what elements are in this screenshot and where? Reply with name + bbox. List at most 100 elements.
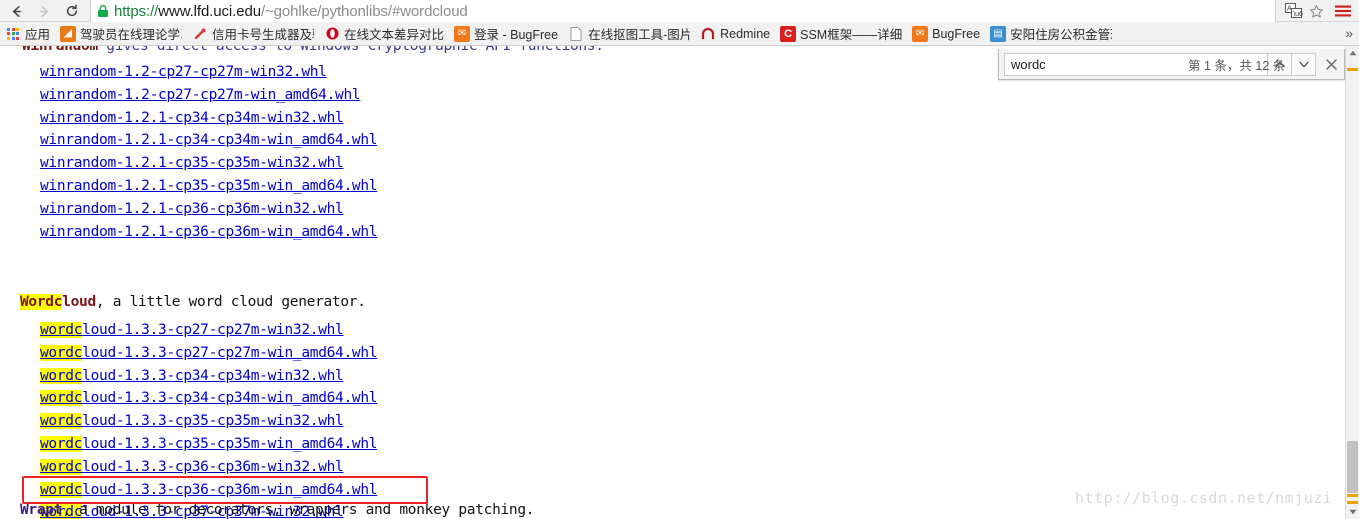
wordcloud-name-highlight: Wordc [20, 294, 63, 310]
link-rest: loud‑1.3.3‑cp34‑cp34m‑win_amd64.whl [82, 390, 378, 407]
url-text: https://www.lfd.uci.edu/~gohlke/pythonli… [114, 3, 468, 20]
find-bar: 第 1 条，共 12 条 [998, 49, 1345, 80]
building-icon: ▤ [990, 25, 1007, 42]
link-rest: loud‑1.3.3‑cp27‑cp27m‑win_amd64.whl [82, 344, 378, 361]
bookmark-item[interactable]: CSSM框架——详细整合 [775, 24, 907, 44]
browser-window: https://www.lfd.uci.edu/~gohlke/pythonli… [0, 0, 1359, 519]
watermark-text: http://blog.csdn.net/nmjuzi [1075, 489, 1333, 507]
winrandom-desc: gives direct access to Windows Cryptogra… [97, 46, 604, 54]
page-icon [568, 26, 584, 42]
bugfree-icon: ✉ [912, 25, 929, 42]
find-next-button[interactable] [1292, 52, 1317, 76]
bookmark-item[interactable]: 应用 [0, 24, 55, 44]
wordcloud-link[interactable]: wordcloud‑1.3.3‑cp35‑cp35m‑win_amd64.whl [40, 436, 378, 452]
url-separator: :// [146, 2, 159, 20]
translate-icon[interactable]: A \u6587 [1284, 2, 1304, 20]
winrandom-section-heading: Winrandom gives direct access to Windows… [22, 46, 604, 54]
wrapt-name: Wrapt [20, 502, 63, 518]
bookmark-label: SSM框架——详细整合 [800, 28, 903, 42]
link-rest: loud‑1.3.3‑cp35‑cp35m‑win_amd64.whl [82, 436, 378, 452]
bookmark-label: 在线抠图工具-图片去 [588, 28, 690, 42]
arrow-left-icon [12, 5, 21, 17]
url-scheme: https [114, 2, 147, 20]
bookmarks-overflow-button[interactable]: » [1345, 25, 1353, 41]
find-match-tick [1347, 494, 1358, 497]
lock-icon [98, 4, 108, 17]
winrandom-name: Winrandom [22, 46, 98, 54]
bookmark-item[interactable]: 在线抠图工具-图片去 [563, 24, 695, 44]
star-icon[interactable] [1306, 2, 1326, 20]
wrapt-section-heading: Wrapt, a module for decorators, wrappers… [20, 502, 535, 518]
bookmark-item[interactable]: 在线文本差异对比 [319, 24, 449, 44]
bookmark-item[interactable]: ▤安阳住房公积金管理中 [985, 24, 1117, 44]
svg-text:\u6587: \u6587 [1293, 11, 1303, 18]
redmine-icon [700, 26, 716, 42]
wordcloud-link[interactable]: wordcloud‑1.3.3‑cp36‑cp36m‑win32.whl [40, 458, 344, 475]
url-path: /~gohlke/pythonlibs/#wordcloud [260, 2, 468, 20]
link-rest: loud‑1.3.3‑cp35‑cp35m‑win32.whl [82, 413, 344, 430]
link-rest: loud‑1.3.3‑cp34‑cp34m‑win32.whl [82, 367, 344, 384]
bugfree-icon: ✉ [454, 25, 471, 42]
bookmark-label: Redmine [720, 26, 771, 41]
winrandom-link[interactable]: winrandom‑1.2.1‑cp34‑cp34m‑win32.whl [40, 110, 344, 126]
back-button[interactable] [2, 0, 30, 22]
arrow-right-icon [39, 5, 48, 17]
wordcloud-link[interactable]: wordcloud‑1.3.3‑cp34‑cp34m‑win32.whl [40, 367, 344, 384]
winrandom-link[interactable]: winrandom‑1.2‑cp27‑cp27m‑win32.whl [40, 64, 327, 80]
winrandom-link[interactable]: winrandom‑1.2.1‑cp36‑cp36m‑win32.whl [40, 201, 344, 217]
link-match-highlight: wordc [40, 322, 83, 338]
find-close-button[interactable] [1318, 53, 1344, 76]
chevron-down-icon [1298, 61, 1309, 67]
url-host: www.lfd.uci.edu [158, 2, 261, 20]
page-content: Winrandom gives direct access to Windows… [0, 46, 1345, 519]
bookmark-item[interactable]: ✉ BugFree [907, 24, 985, 44]
winrandom-link[interactable]: winrandom‑1.2.1‑cp36‑cp36m‑win_amd64.whl [40, 224, 378, 240]
winrandom-link[interactable]: winrandom‑1.2.1‑cp34‑cp34m‑win_amd64.whl [40, 132, 378, 148]
bookmark-item[interactable]: Redmine [695, 24, 775, 44]
wordcloud-name-rest: loud [62, 294, 96, 310]
winrandom-link[interactable]: winrandom‑1.2‑cp27‑cp27m‑win_amd64.whl [40, 87, 361, 103]
scroll-down-button[interactable] [1346, 505, 1359, 519]
link-match-highlight: wordc [40, 481, 83, 498]
wordcloud-link[interactable]: wordcloud‑1.3.3‑cp35‑cp35m‑win32.whl [40, 413, 344, 430]
address-bar[interactable]: https://www.lfd.uci.edu/~gohlke/pythonli… [90, 0, 1276, 22]
link-match-highlight: wordc [40, 436, 83, 452]
forward-button[interactable] [30, 0, 58, 22]
browser-toolbar: https://www.lfd.uci.edu/~gohlke/pythonli… [0, 0, 1359, 22]
apps-grid-icon [5, 26, 21, 42]
wordcloud-link[interactable]: wordcloud‑1.3.3‑cp27‑cp27m‑win32.whl [40, 322, 344, 338]
bookmark-item[interactable]: ◢驾驶员在线理论学习系 [55, 24, 187, 44]
winrandom-link[interactable]: winrandom‑1.2.1‑cp35‑cp35m‑win32.whl [40, 155, 344, 171]
bookmark-label: 驾驶员在线理论学习系 [80, 28, 182, 42]
wordcloud-link[interactable]: wordcloud‑1.3.3‑cp27‑cp27m‑win_amd64.whl [40, 344, 378, 361]
caret-up-icon [1349, 50, 1356, 56]
link-match-highlight: wordc [40, 413, 83, 430]
wordcloud-link[interactable]: wordcloud‑1.3.3‑cp34‑cp34m‑win_amd64.whl [40, 390, 378, 407]
link-match-highlight: wordc [40, 390, 83, 407]
find-input-wrapper[interactable]: 第 1 条，共 12 条 [1004, 52, 1285, 76]
scroll-up-button[interactable] [1346, 46, 1359, 60]
winrandom-link[interactable]: winrandom‑1.2.1‑cp35‑cp35m‑win_amd64.whl [40, 178, 378, 194]
bookmark-label: 在线文本差异对比 [344, 28, 445, 42]
pin-icon [192, 26, 208, 42]
page-scrollbar[interactable] [1345, 46, 1359, 519]
reload-button[interactable] [58, 0, 86, 22]
scrollbar-thumb[interactable] [1347, 441, 1358, 493]
link-match-highlight: wordc [40, 458, 83, 475]
bookmark-label: 登录 - BugFree [474, 28, 559, 42]
find-input[interactable] [1005, 55, 1188, 73]
bookmark-item[interactable]: 信用卡号生成器及验证 [187, 24, 319, 44]
link-rest: loud‑1.3.3‑cp36‑cp36m‑win_amd64.whl [82, 481, 378, 498]
hamburger-menu-icon[interactable] [1332, 2, 1354, 20]
wordcloud-link[interactable]: wordcloud‑1.3.3‑cp36‑cp36m‑win_amd64.whl [40, 481, 378, 498]
bookmark-label: 应用 [25, 28, 51, 42]
close-icon [1325, 58, 1337, 70]
bookmark-item[interactable]: ✉ 登录 - BugFree [449, 24, 563, 44]
wordcloud-name: Wordcloud [20, 294, 96, 310]
bookmarks-bar: 应用◢驾驶员在线理论学习系信用卡号生成器及验证在线文本差异对比✉登录 - Bug… [0, 22, 1359, 46]
find-match-count: 第 1 条，共 12 条 [1188, 58, 1286, 73]
wordcloud-desc: , a little word cloud generator. [95, 294, 366, 310]
link-match-highlight: wordc [40, 344, 83, 361]
find-match-tick [1347, 501, 1358, 504]
star-glyph-icon [1309, 4, 1323, 18]
